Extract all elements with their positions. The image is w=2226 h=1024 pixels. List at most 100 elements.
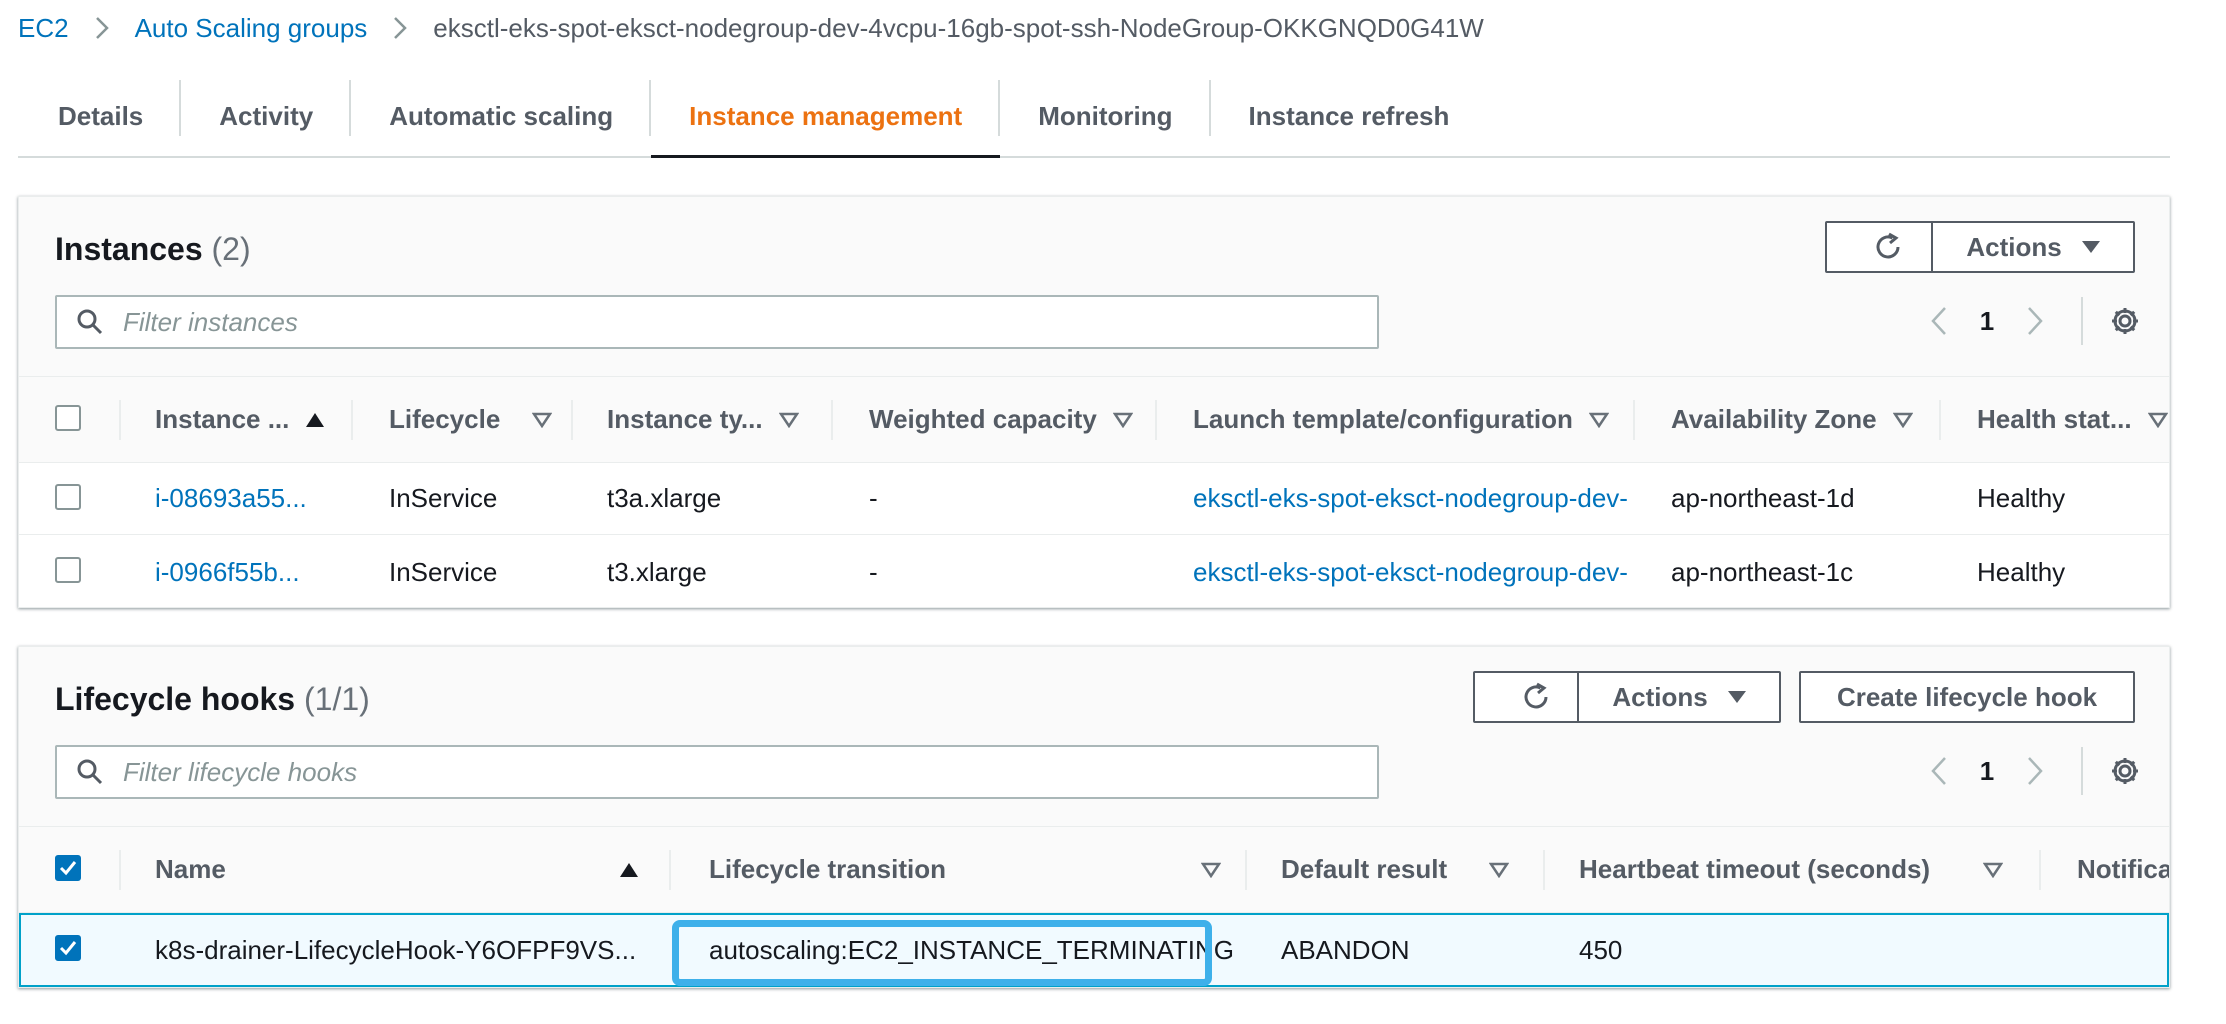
- column-divider: [669, 850, 671, 890]
- col-label: Weighted capacity: [869, 404, 1097, 434]
- tab-instance-refresh[interactable]: Instance refresh: [1211, 76, 1488, 156]
- col-default-result[interactable]: Default result: [1281, 827, 1447, 912]
- col-instance-type[interactable]: Instance ty...: [607, 377, 799, 462]
- col-label: Launch template/configuration: [1193, 404, 1573, 434]
- page-number[interactable]: 1: [1959, 306, 2015, 337]
- col-name[interactable]: Name: [155, 827, 226, 912]
- launch-template-link[interactable]: eksctl-eks-spot-eksct-nodegroup-dev-: [1193, 463, 1628, 534]
- refresh-icon: [1876, 232, 1900, 259]
- col-notification[interactable]: Notifica: [2077, 827, 2170, 912]
- hooks-actions-button[interactable]: Actions: [1577, 671, 1781, 723]
- column-divider: [119, 850, 121, 890]
- tab-bar: Details Activity Automatic scaling Insta…: [18, 76, 2170, 158]
- chevron-left-icon[interactable]: [1919, 301, 1959, 341]
- column-divider: [2039, 850, 2041, 890]
- launch-template-link[interactable]: eksctl-eks-spot-eksct-nodegroup-dev-: [1193, 535, 1628, 607]
- create-lifecycle-hook-button[interactable]: Create lifecycle hook: [1799, 671, 2135, 723]
- column-divider: [351, 400, 353, 440]
- column-divider: [1939, 400, 1941, 440]
- chevron-left-icon[interactable]: [1919, 751, 1959, 791]
- breadcrumb-current: eksctl-eks-spot-eksct-nodegroup-dev-4vcp…: [433, 12, 1484, 43]
- sort-descending-icon[interactable]: [1983, 827, 2003, 912]
- sort-ascending-icon[interactable]: [619, 827, 639, 912]
- chevron-right-icon: [95, 16, 109, 40]
- lifecycle-hooks-header: Lifecycle hooks (1/1) Actions Create lif…: [19, 647, 2169, 827]
- row-checkbox[interactable]: [55, 484, 81, 510]
- instance-id-link[interactable]: i-08693a55...: [155, 463, 307, 534]
- col-label: Lifecycle transition: [709, 854, 946, 884]
- tab-activity[interactable]: Activity: [181, 76, 352, 156]
- instances-title-text: Instances: [55, 231, 203, 267]
- breadcrumb-auto-scaling-groups[interactable]: Auto Scaling groups: [135, 13, 368, 44]
- col-lifecycle-transition[interactable]: Lifecycle transition: [709, 827, 946, 912]
- column-divider: [1245, 850, 1247, 890]
- col-label: Notifica: [2077, 854, 2170, 884]
- sort-descending-icon[interactable]: [1201, 827, 1221, 912]
- chevron-right-icon[interactable]: [2015, 301, 2055, 341]
- gear-icon[interactable]: [2105, 751, 2145, 791]
- sort-descending-icon: [1892, 412, 1913, 428]
- tab-instance-management[interactable]: Instance management: [651, 76, 1001, 158]
- breadcrumb-ec2[interactable]: EC2: [18, 13, 69, 44]
- col-label: Instance ...: [155, 404, 290, 434]
- column-divider: [831, 400, 833, 440]
- col-label: Availability Zone: [1671, 404, 1877, 434]
- tab-label: Details: [58, 100, 144, 131]
- column-divider: [1633, 400, 1635, 440]
- tab-label: Activity: [219, 100, 314, 131]
- sort-descending-icon[interactable]: [1489, 827, 1509, 912]
- col-instance[interactable]: Instance ...: [155, 377, 325, 462]
- tab-details[interactable]: Details: [18, 76, 182, 156]
- create-lifecycle-hook-label: Create lifecycle hook: [1836, 681, 2098, 712]
- instances-panel: Instances (2) Actions 1 Instance ... Lif…: [18, 196, 2170, 608]
- instances-table-header: Instance ... Lifecycle Instance ty... We…: [19, 377, 2169, 463]
- col-launch-template[interactable]: Launch template/configuration: [1193, 377, 1609, 462]
- col-label: Health stat...: [1977, 404, 2132, 434]
- select-all-checkbox[interactable]: [55, 405, 81, 431]
- col-label: Name: [155, 854, 226, 884]
- cell-instance-type: t3.xlarge: [607, 556, 707, 587]
- row-checkbox[interactable]: [55, 935, 81, 961]
- search-icon: [57, 308, 123, 336]
- tab-automatic-scaling[interactable]: Automatic scaling: [351, 76, 652, 156]
- col-label: Default result: [1281, 854, 1448, 884]
- col-health-status[interactable]: Health stat...: [1977, 377, 2168, 462]
- instances-count: (2): [211, 231, 251, 267]
- instances-actions-button[interactable]: Actions: [1931, 221, 2135, 273]
- row-checkbox[interactable]: [55, 557, 81, 583]
- cell-health-status: Healthy: [1977, 556, 2066, 587]
- col-label: Heartbeat timeout (seconds): [1579, 854, 1931, 884]
- instance-id-link[interactable]: i-0966f55b...: [155, 535, 300, 607]
- col-availability-zone[interactable]: Availability Zone: [1671, 377, 1913, 462]
- instances-title: Instances (2): [55, 231, 251, 268]
- table-row[interactable]: i-08693a55... InService t3a.xlarge - eks…: [19, 463, 2169, 535]
- column-divider: [1155, 400, 1157, 440]
- gear-icon[interactable]: [2105, 301, 2145, 341]
- col-weighted-capacity[interactable]: Weighted capacity: [869, 377, 1133, 462]
- tab-monitoring[interactable]: Monitoring: [1000, 76, 1211, 156]
- cell-lifecycle: InService: [389, 483, 498, 513]
- column-divider: [1543, 850, 1545, 890]
- select-all-checkbox[interactable]: [55, 855, 81, 881]
- sort-ascending-icon: [305, 412, 325, 428]
- col-heartbeat-timeout[interactable]: Heartbeat timeout (seconds): [1579, 827, 1930, 912]
- filter-instances-input[interactable]: [123, 306, 1323, 338]
- active-tab-underline: [651, 155, 1001, 158]
- page-number[interactable]: 1: [1959, 756, 2015, 787]
- chevron-right-icon[interactable]: [2015, 751, 2055, 791]
- filter-instances[interactable]: [55, 295, 1379, 349]
- cell-availability-zone: ap-northeast-1c: [1671, 556, 1854, 587]
- actions-label: Actions: [1966, 231, 2062, 262]
- col-lifecycle[interactable]: Lifecycle: [389, 377, 553, 462]
- filter-lifecycle-hooks[interactable]: [55, 745, 1379, 799]
- lifecycle-hooks-title-text: Lifecycle hooks: [55, 681, 296, 717]
- table-row[interactable]: i-0966f55b... InService t3.xlarge - eksc…: [19, 535, 2169, 607]
- search-icon: [57, 758, 123, 786]
- hooks-table-header: Name Lifecycle transition Default result…: [19, 827, 2169, 913]
- filter-lifecycle-hooks-input[interactable]: [123, 756, 1323, 788]
- transition-highlight: [672, 920, 1212, 986]
- cell-hook-name: k8s-drainer-LifecycleHook-Y6OFPF9VS...: [155, 934, 637, 965]
- actions-label: Actions: [1612, 681, 1708, 712]
- hooks-pagination: 1: [1919, 747, 2145, 795]
- cell-weighted-capacity: -: [869, 556, 878, 587]
